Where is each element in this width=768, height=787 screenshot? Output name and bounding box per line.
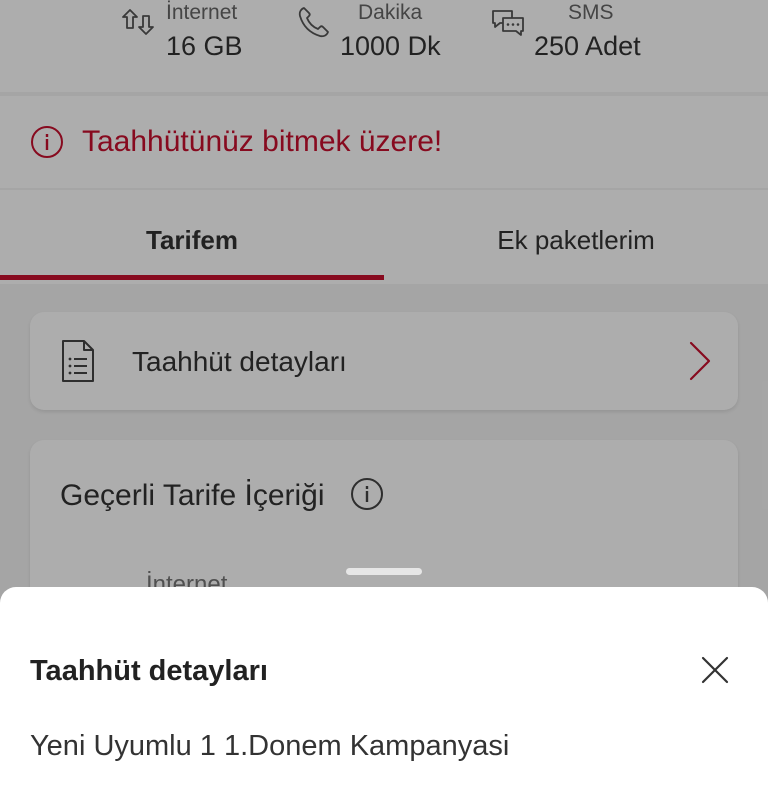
sheet-title: Taahhüt detayları (30, 655, 268, 687)
close-icon[interactable] (698, 653, 732, 687)
commitment-details-sheet: Taahhüt detayları Yeni Uyumlu 1 1.Donem … (0, 587, 768, 787)
sheet-drag-handle[interactable] (346, 568, 422, 575)
campaign-name: Yeni Uyumlu 1 1.Donem Kampanyasi (30, 730, 510, 762)
